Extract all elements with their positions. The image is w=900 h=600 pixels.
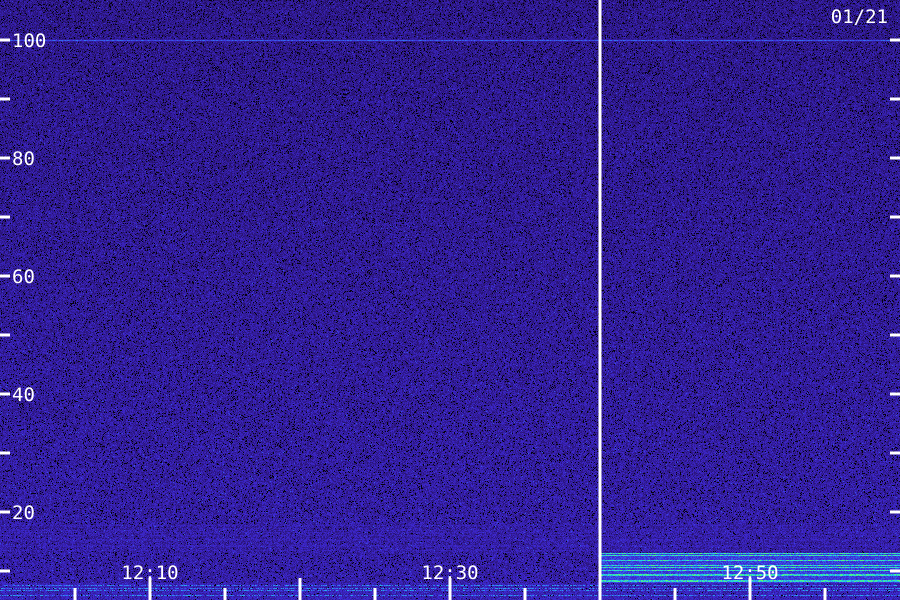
spectrogram-chart: 20 40 60 80 100 12:10 12:30 12:50 01/21 [0, 0, 900, 600]
x-tick-label-1210: 12:10 [121, 562, 178, 584]
x-tick-label-1250: 12:50 [721, 562, 778, 584]
y-tick-label-40: 40 [12, 384, 35, 406]
y-tick-label-60: 60 [12, 266, 35, 288]
y-tick-label-80: 80 [12, 148, 35, 170]
x-tick-label-1230: 12:30 [421, 562, 478, 584]
y-tick-label-20: 20 [12, 502, 35, 524]
y-tick-label-100: 100 [12, 30, 46, 52]
date-label: 01/21 [831, 6, 888, 28]
axes-overlay: 20 40 60 80 100 12:10 12:30 12:50 01/21 [0, 0, 900, 600]
